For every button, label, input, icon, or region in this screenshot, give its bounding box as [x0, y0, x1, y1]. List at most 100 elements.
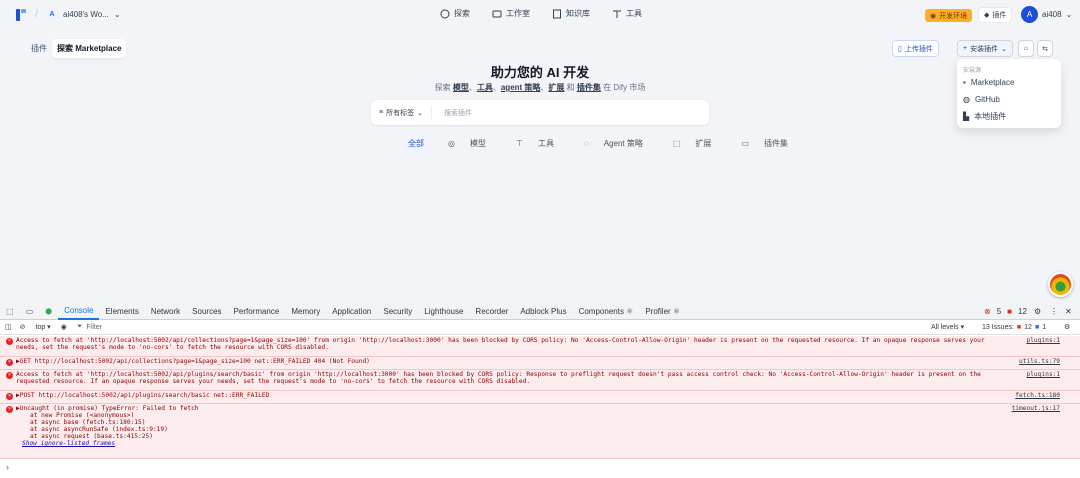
filter-input[interactable]: Filter: [86, 324, 102, 331]
eye-icon[interactable]: ◉: [61, 323, 67, 331]
error-icon: ×: [6, 338, 13, 345]
error-icon: ×: [6, 359, 13, 366]
source-link[interactable]: timeout.js:17: [1012, 405, 1060, 412]
search-bar: ≡ 所有标签 ⌄ 搜索插件: [371, 100, 709, 125]
source-link[interactable]: plugins:1: [1026, 371, 1060, 378]
category-tool[interactable]: ⊤ 工具: [504, 132, 566, 155]
close-icon[interactable]: ✕: [1065, 307, 1072, 316]
env-badge: ◉ 开发环境: [925, 9, 973, 22]
tab-console[interactable]: Console: [58, 303, 100, 320]
nav-knowledge[interactable]: 知识库: [552, 8, 590, 19]
error-icon: ×: [6, 372, 13, 379]
swap-icon: ⇆: [1042, 45, 1048, 53]
tab-components[interactable]: Components ⚛: [573, 303, 640, 320]
issues-button[interactable]: 13 Issues: ■ 12 ■ 1: [982, 324, 1046, 331]
workspace-switcher[interactable]: A ai408's Wo... ⌄: [46, 8, 121, 20]
menu-item-github[interactable]: ◍ GitHub: [957, 91, 1061, 108]
tab-security[interactable]: Security: [377, 303, 418, 320]
console-message: × ▶POST http://localhost:5002/api/plugin…: [0, 391, 1080, 404]
console-settings-icon[interactable]: ⚙: [1064, 323, 1070, 331]
main-nav: 探索 工作室 知识库 工具: [440, 8, 642, 19]
clear-icon[interactable]: ⊘: [20, 323, 26, 331]
log-levels[interactable]: All levels ▾: [931, 323, 964, 331]
console-prompt[interactable]: ›: [6, 462, 9, 472]
nav-tools[interactable]: 工具: [612, 8, 642, 19]
tab-elements[interactable]: Elements: [99, 303, 144, 320]
book-open-icon: ▯: [898, 45, 902, 53]
tab-plugins[interactable]: 插件: [26, 39, 52, 58]
tab-sources[interactable]: Sources: [186, 303, 227, 320]
tab-network[interactable]: Network: [145, 303, 186, 320]
category-model[interactable]: ◎ 模型: [436, 132, 498, 155]
studio-icon: [492, 10, 502, 17]
box-icon: ◆: [984, 12, 990, 19]
chevron-down-icon: ⌄: [113, 9, 121, 19]
chevron-down-icon: ⌄: [1065, 10, 1073, 19]
switch-button[interactable]: ⇆: [1037, 40, 1053, 57]
divider: /: [35, 8, 39, 20]
menu-item-local[interactable]: ▙ 本地插件: [957, 108, 1061, 125]
tab-recorder[interactable]: Recorder: [469, 303, 514, 320]
console-message: × Access to fetch at 'http://localhost:5…: [0, 370, 1080, 391]
tab-profiler[interactable]: Profiler ⚛: [639, 303, 686, 320]
tab-lighthouse[interactable]: Lighthouse: [418, 303, 469, 320]
more-icon[interactable]: ⋮: [1050, 307, 1058, 316]
error-icon: ⊗: [984, 306, 991, 316]
tab-performance[interactable]: Performance: [228, 303, 286, 320]
category-agent[interactable]: ◌ Agent 策略: [572, 132, 655, 155]
chevron-down-icon: ⌄: [1001, 45, 1007, 53]
nav-explore[interactable]: 探索: [440, 8, 470, 19]
tab-adblock[interactable]: Adblock Plus: [514, 303, 572, 320]
console-message: × ▶Uncaught (in promise) TypeError: Fail…: [0, 404, 1080, 459]
source-link[interactable]: plugins:1: [1026, 337, 1060, 344]
install-plugin-button[interactable]: + 安装插件 ⌄: [957, 40, 1013, 57]
model-icon: ◎: [448, 139, 455, 148]
book-icon: [553, 9, 561, 18]
source-link[interactable]: utils.ts:79: [1019, 358, 1060, 365]
plugin-tabs: 插件 探索 Marketplace: [26, 39, 127, 58]
user-menu[interactable]: Aai408 ⌄: [1021, 6, 1072, 23]
category-bundle[interactable]: ▭ 插件集: [729, 132, 800, 155]
sidebar-icon[interactable]: ◫: [5, 323, 12, 331]
devtools-counters[interactable]: ⊗ 5 ■ 12: [984, 307, 1027, 316]
bundle-icon: ▭: [741, 139, 749, 148]
install-source-menu: 安装源 ▪ Marketplace ◍ GitHub ▙ 本地插件: [957, 59, 1061, 128]
menu-header: 安装源: [963, 68, 982, 74]
upload-plugin-button[interactable]: ▯ 上传插件: [892, 40, 939, 57]
warning-count: 12: [1018, 306, 1027, 316]
error-count: 5: [996, 306, 1002, 316]
inspect-icon[interactable]: ⬚: [0, 303, 20, 320]
workspace-avatar: A: [46, 8, 58, 20]
nav-studio[interactable]: 工作室: [492, 8, 530, 19]
context-select[interactable]: top ▾: [36, 323, 51, 331]
issue-info-icon: ■: [1034, 323, 1040, 331]
console-message: × Access to fetch at 'http://localhost:5…: [0, 336, 1080, 357]
menu-item-marketplace[interactable]: ▪ Marketplace: [957, 74, 1061, 91]
search-input[interactable]: 搜索插件: [432, 108, 472, 118]
agent-icon: ◌: [583, 139, 589, 148]
marketplace-icon: ▪: [963, 78, 966, 87]
show-ignored-frames-link[interactable]: Show ignore-listed frames: [16, 440, 1080, 447]
plus-icon: +: [963, 45, 968, 52]
warning-flag-icon: ■: [1007, 306, 1012, 316]
settings-icon[interactable]: ⚙: [1034, 307, 1041, 316]
extension-icon[interactable]: ⬢: [39, 303, 58, 320]
user-name: ai408: [1042, 10, 1062, 19]
tag-filter[interactable]: ≡ 所有标签 ⌄: [371, 106, 432, 119]
category-extension[interactable]: ⬚ 扩展: [661, 132, 724, 155]
error-icon: ×: [6, 393, 13, 400]
source-link[interactable]: fetch.ts:180: [1015, 392, 1060, 399]
tab-application[interactable]: Application: [326, 303, 377, 320]
device-toggle-icon[interactable]: ▭: [20, 303, 40, 320]
floating-assistant-icon[interactable]: [1048, 272, 1073, 297]
dify-logo-icon[interactable]: [16, 9, 26, 21]
category-tabs: 全部 ◎ 模型 ⊤ 工具 ◌ Agent 策略 ⬚ 扩展 ▭ 插件集: [402, 132, 800, 155]
tab-marketplace[interactable]: 探索 Marketplace: [52, 39, 127, 58]
category-all[interactable]: 全部: [402, 132, 430, 155]
plugins-button[interactable]: ◆ 插件: [978, 7, 1013, 23]
error-icon: ×: [6, 406, 13, 413]
compass-icon: [440, 9, 450, 18]
debug-button[interactable]: ⌂: [1018, 40, 1034, 57]
tab-memory[interactable]: Memory: [285, 303, 326, 320]
tool-icon: ⊤: [515, 139, 523, 148]
